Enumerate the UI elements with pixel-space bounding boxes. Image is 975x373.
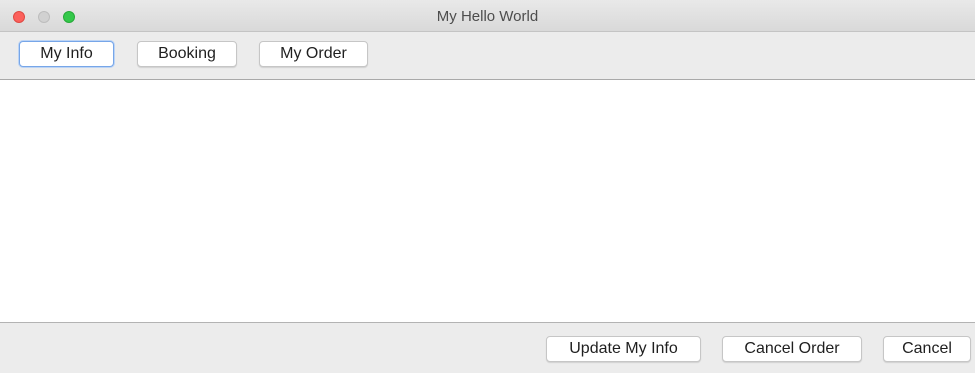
booking-button[interactable]: Booking [137, 41, 237, 67]
app-window: My Hello World My Info Booking My Order … [0, 0, 975, 373]
content-panel [0, 80, 975, 323]
footer-bar: Update My Info Cancel Order Cancel [0, 323, 975, 373]
cancel-order-button[interactable]: Cancel Order [722, 336, 862, 362]
window-title: My Hello World [436, 8, 539, 25]
cancel-button[interactable]: Cancel [883, 336, 971, 362]
title-bar[interactable]: My Hello World [0, 0, 975, 32]
update-my-info-button[interactable]: Update My Info [546, 336, 701, 362]
my-info-button[interactable]: My Info [19, 41, 114, 67]
my-order-button[interactable]: My Order [259, 41, 368, 67]
toolbar: My Info Booking My Order [0, 32, 975, 80]
